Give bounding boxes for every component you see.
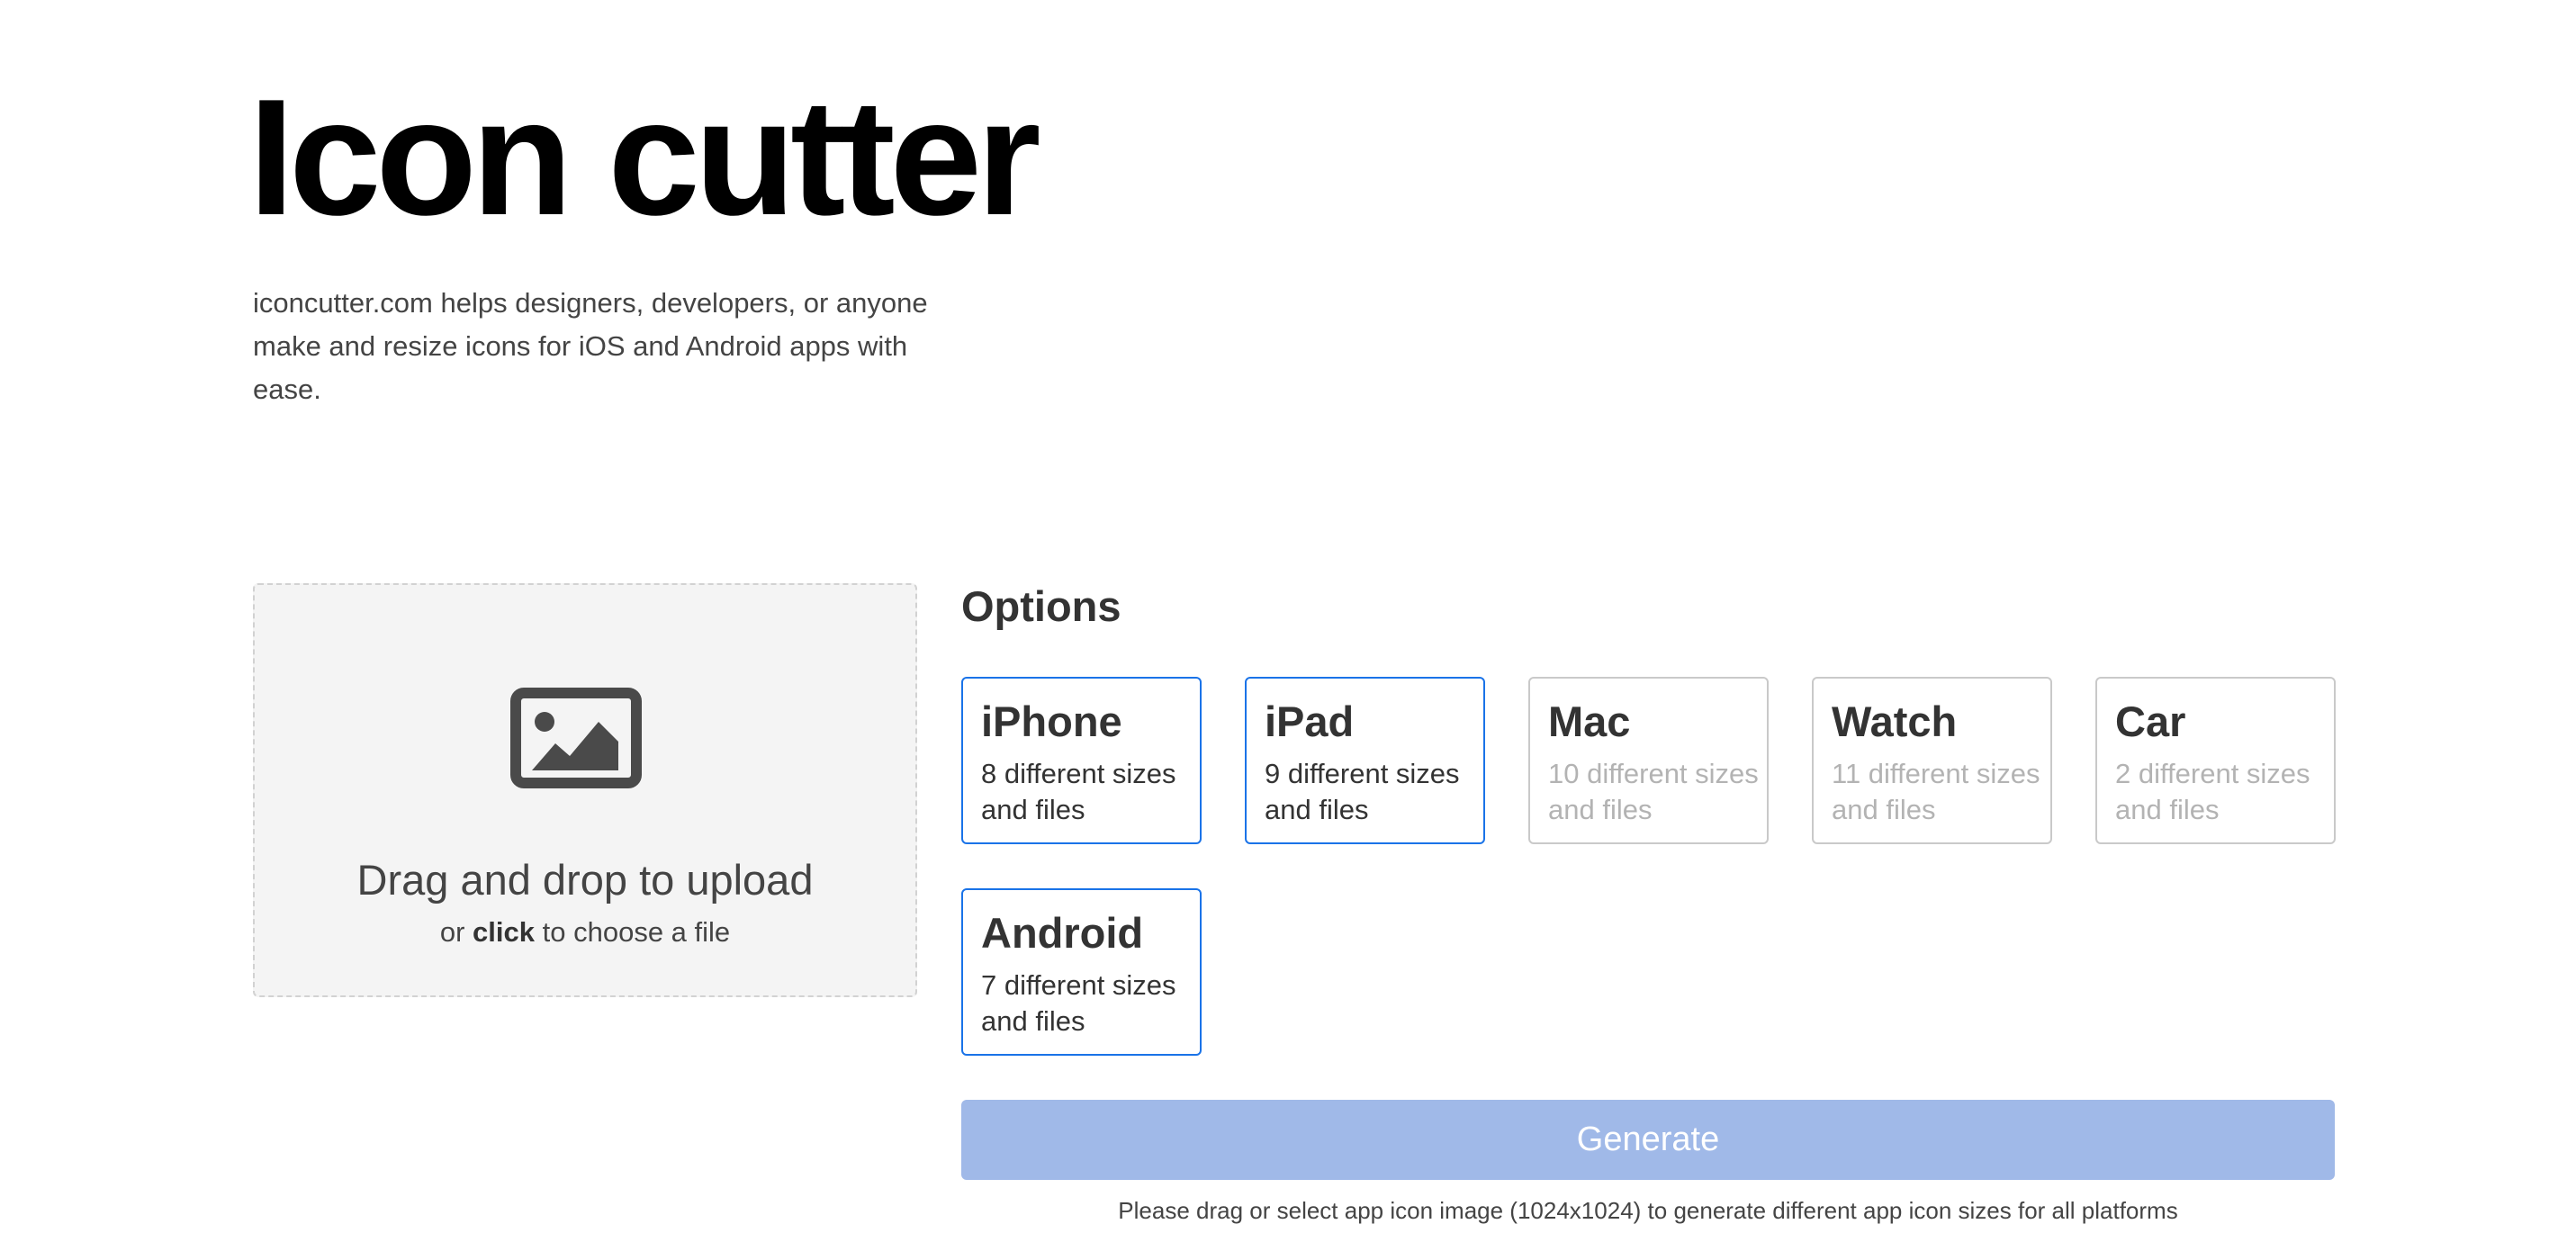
option-detail: 11 different sizes and files xyxy=(1832,758,2040,825)
option-detail: 9 different sizes and files xyxy=(1265,758,1460,825)
generate-button[interactable]: Generate xyxy=(961,1100,2335,1180)
option-mac[interactable]: Mac 10 different sizes and files xyxy=(1528,677,1769,844)
upload-sub-prefix: or xyxy=(439,916,465,948)
option-ipad[interactable]: iPad 9 different sizes and files xyxy=(1245,677,1485,844)
option-name: Android xyxy=(981,909,1144,957)
option-detail: 7 different sizes and files xyxy=(981,969,1176,1037)
upload-sub-click: click xyxy=(473,916,535,948)
upload-title: Drag and drop to upload xyxy=(356,856,814,904)
option-name: Watch xyxy=(1832,698,1958,745)
page: Icon cutter iconcutter.com helps designe… xyxy=(0,0,2576,1251)
option-name: Car xyxy=(2115,698,2186,745)
option-watch[interactable]: Watch 11 different sizes and files xyxy=(1812,677,2052,844)
upload-sub-suffix: to choose a file xyxy=(542,916,731,948)
upload-dropzone[interactable]: Drag and drop to upload or click to choo… xyxy=(253,583,917,997)
upload-subtitle: or click to choose a file xyxy=(255,915,915,949)
page-title: Icon cutter xyxy=(248,64,1041,249)
generate-hint: Please drag or select app icon image (10… xyxy=(1118,1197,2178,1224)
option-detail: 8 different sizes and files xyxy=(981,758,1176,825)
option-car[interactable]: Car 2 different sizes and files xyxy=(2095,677,2336,844)
option-iphone[interactable]: iPhone 8 different sizes and files xyxy=(961,677,1202,844)
option-detail: 10 different sizes and files xyxy=(1548,758,1759,825)
option-detail: 2 different sizes and files xyxy=(2115,758,2310,825)
page-description: iconcutter.com helps designers, develope… xyxy=(253,287,928,405)
options-title: Options xyxy=(961,582,1121,630)
option-name: Mac xyxy=(1548,698,1631,745)
option-android[interactable]: Android 7 different sizes and files xyxy=(961,888,1202,1056)
option-name: iPhone xyxy=(981,698,1122,745)
option-name: iPad xyxy=(1265,698,1355,745)
image-icon xyxy=(510,688,642,788)
